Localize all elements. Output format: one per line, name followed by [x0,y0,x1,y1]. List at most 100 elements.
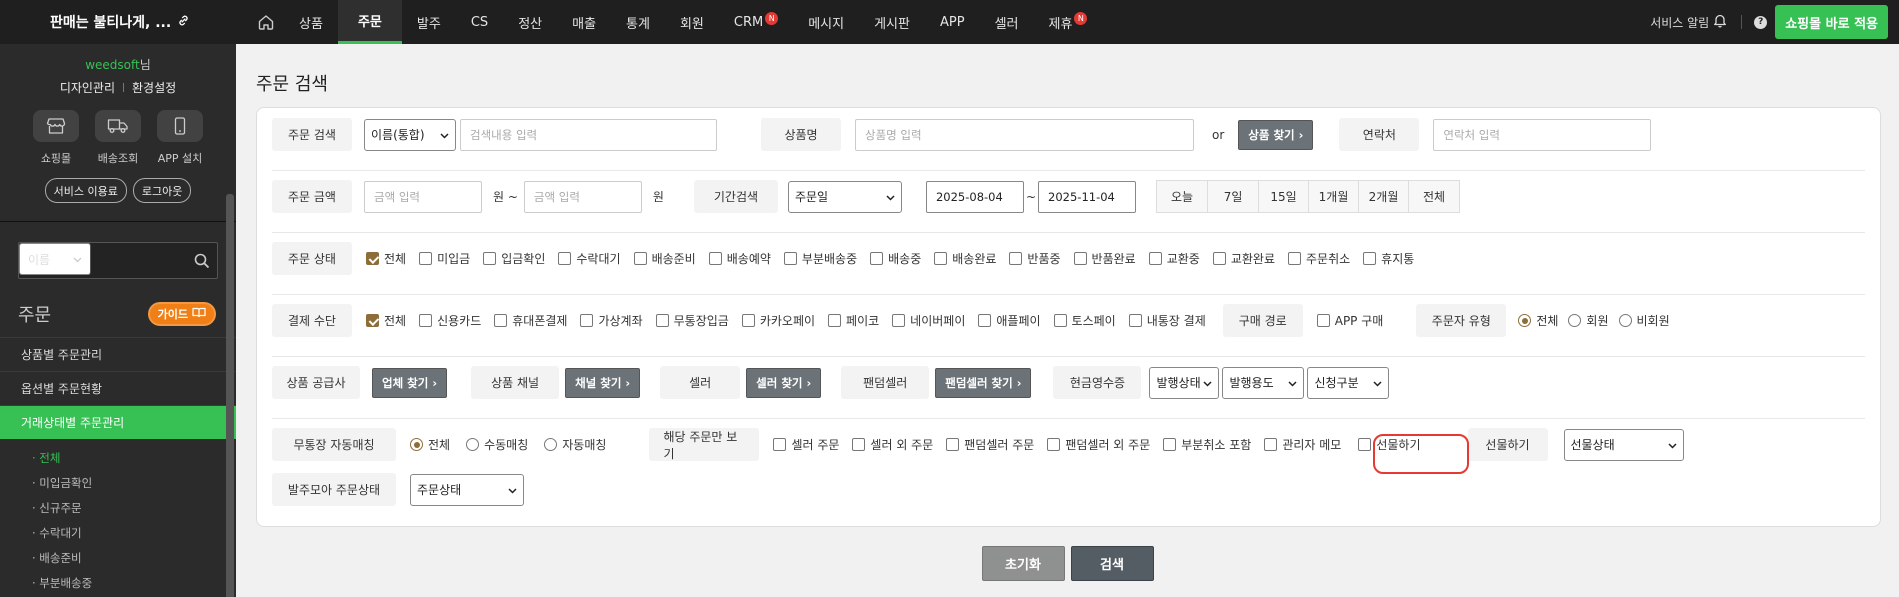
status-reserved-checkbox[interactable]: 배송예약 [708,250,771,267]
nav-settlement[interactable]: 정산 [503,0,557,44]
checkbox[interactable] [419,314,433,327]
nav-sellers[interactable]: 셀러 [980,0,1034,44]
checkbox[interactable] [1009,252,1023,265]
checkbox[interactable] [1212,252,1226,265]
sidebar-item-orders-by-option[interactable]: 옵션별 주문현황 [0,371,236,405]
non-fandom-seller-orders-checkbox[interactable]: 팬덤셀러 외 주문 [1047,436,1150,453]
amount-to-input[interactable]: 금액 입력 [523,180,642,213]
period-7days-button[interactable]: 7일 [1208,181,1260,212]
checkbox[interactable] [741,314,755,327]
include-partial-cancel-checkbox[interactable]: 부분취소 포함 [1163,436,1251,453]
find-product-button[interactable]: 상품 찾기 › [1238,119,1314,150]
radio[interactable] [544,438,558,451]
payment-bank-transfer-checkbox[interactable]: 무통장입금 [655,312,729,329]
reset-button[interactable]: 초기화 [981,546,1065,581]
help-icon[interactable]: ? [1754,15,1768,29]
fandom-seller-orders-checkbox[interactable]: 팬덤셀러 주문 [946,436,1034,453]
buyer-nonmember-radio[interactable]: 비회원 [1618,312,1670,329]
contact-input[interactable]: 연락처 입력 [1433,118,1652,151]
status-returning-checkbox[interactable]: 반품중 [1009,250,1061,267]
checkbox[interactable] [892,314,906,327]
checkbox[interactable] [483,252,497,265]
non-seller-orders-checkbox[interactable]: 셀러 외 주문 [852,436,933,453]
logout-button[interactable]: 로그아웃 [132,178,192,203]
find-supplier-button[interactable]: 업체 찾기 › [372,367,448,398]
checkbox[interactable] [1047,438,1061,451]
checkbox[interactable] [580,314,594,327]
checkbox[interactable] [852,438,866,451]
radio-selected[interactable] [1518,314,1532,327]
period-all-button[interactable]: 전체 [1409,181,1460,212]
checkbox[interactable] [1363,252,1377,265]
gift-status-select[interactable]: 선물상태 [1563,428,1684,461]
app-purchase-checkbox[interactable]: APP 구매 [1316,312,1383,329]
buyer-all-radio[interactable]: 전체 [1518,312,1558,329]
payment-all-checkbox[interactable]: 전체 [366,312,406,329]
find-channel-button[interactable]: 채널 찾기 › [565,367,641,398]
find-fandom-seller-button[interactable]: 팬덤셀러 찾기 › [935,367,1032,398]
find-seller-button[interactable]: 셀러 찾기 › [746,367,822,398]
checkbox[interactable] [978,314,992,327]
nav-orders[interactable]: 주문 [337,0,402,44]
status-awaiting-acceptance-checkbox[interactable]: 수락대기 [558,250,621,267]
status-partial-shipping-checkbox[interactable]: 부분배송중 [783,250,857,267]
nav-crm[interactable]: CRM N [719,0,793,44]
status-payment-confirmed-checkbox[interactable]: 입금확인 [483,250,545,267]
payment-naverpay-checkbox[interactable]: 네이버페이 [892,312,965,329]
payment-kakaopay-checkbox[interactable]: 카카오페이 [741,312,815,329]
payment-my-account-checkbox[interactable]: 내통장 결제 [1128,312,1206,329]
sidebar-scrollbar[interactable] [226,194,234,597]
guide-button[interactable]: 가이드 [147,302,216,326]
radio[interactable] [466,438,480,451]
nav-messages[interactable]: 메시지 [793,0,859,44]
payment-applepay-checkbox[interactable]: 애플페이 [978,312,1041,329]
link-icon[interactable] [177,14,190,31]
nav-affiliates[interactable]: 제휴 N [1033,0,1102,44]
checkbox[interactable] [1128,314,1142,327]
sidebar-item-orders-by-product[interactable]: 상품별 주문관리 [0,337,236,371]
match-all-radio[interactable]: 전체 [410,436,450,453]
sidebar-subitem-new-orders[interactable]: · 신규주문 [32,495,236,520]
status-all-checkbox[interactable]: 전체 [366,250,406,267]
checkbox[interactable] [1073,252,1087,265]
search-type-select[interactable]: 이름 [19,243,91,275]
checkbox[interactable] [655,314,669,327]
checkbox[interactable] [783,252,797,265]
checkbox[interactable] [1316,314,1330,327]
receipt-status-select[interactable]: 발행상태 [1149,366,1220,399]
checkbox[interactable] [419,252,433,265]
search-button[interactable]: 검색 [1070,546,1154,581]
bell-icon[interactable] [1713,13,1727,31]
phone-icon[interactable] [157,110,203,142]
status-exchanged-checkbox[interactable]: 교환완료 [1212,250,1275,267]
payment-mobile-checkbox[interactable]: 휴대폰결제 [494,312,567,329]
period-15days-button[interactable]: 15일 [1259,181,1310,212]
date-to-input[interactable]: 2025-11-04 [1038,180,1137,213]
radio-selected[interactable] [410,438,423,451]
checkbox[interactable] [1163,438,1177,451]
checkbox[interactable] [708,252,722,265]
service-alert[interactable]: 서비스 알림 [1650,13,1727,31]
design-management-link[interactable]: 디자인관리 [60,79,115,96]
delivery-tracking-shortcut[interactable]: 배송조회 [95,110,141,166]
period-type-select[interactable]: 주문일 [787,180,902,213]
checkbox[interactable] [633,252,647,265]
sidebar-subitem-all[interactable]: · 전체 [32,445,236,470]
match-auto-radio[interactable]: 자동매칭 [544,436,606,453]
nav-purchase-orders[interactable]: 발주 [402,0,456,44]
status-cancelled-checkbox[interactable]: 주문취소 [1288,250,1350,267]
service-fee-button[interactable]: 서비스 이용료 [44,178,127,203]
settings-link[interactable]: 환경설정 [132,79,176,96]
receipt-purpose-select[interactable]: 발행용도 [1222,366,1305,399]
status-exchanging-checkbox[interactable]: 교환중 [1148,250,1200,267]
sidebar-subitem-awaiting-acceptance[interactable]: · 수락대기 [32,520,236,545]
sidebar-subitem-partial-shipping[interactable]: · 부분배송중 [32,570,236,595]
sidebar-search-input[interactable] [91,243,187,275]
period-1month-button[interactable]: 1개월 [1309,181,1360,212]
checkbox-checked[interactable] [366,314,379,327]
receipt-request-select[interactable]: 신청구분 [1307,366,1390,399]
buyer-member-radio[interactable]: 회원 [1568,312,1609,329]
nav-sales[interactable]: 매출 [557,0,611,44]
store-name-text[interactable]: 판매는 불티나게, ... [50,12,171,32]
checkbox[interactable] [558,252,572,265]
